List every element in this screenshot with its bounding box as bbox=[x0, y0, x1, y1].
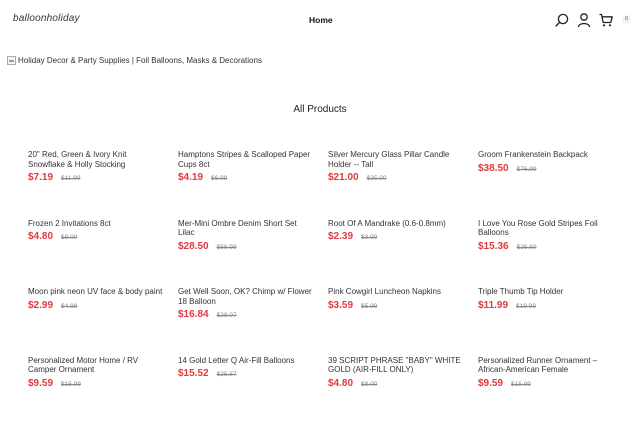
sale-price: $11.99 bbox=[478, 300, 508, 311]
product-prices: $4.80 $8.00 bbox=[328, 378, 478, 389]
original-price: $28.07 bbox=[217, 312, 237, 319]
product-card[interactable]: Frozen 2 Invitations 8ct $4.80 $8.00 bbox=[28, 219, 178, 288]
original-price: $15.99 bbox=[511, 381, 531, 388]
product-name[interactable]: 14 Gold Letter Q Air-Fill Balloons bbox=[178, 356, 314, 366]
original-price: $76.99 bbox=[517, 166, 537, 173]
product-name[interactable]: Mer-Mini Ombre Denim Short Set Lilac bbox=[178, 219, 314, 238]
product-name[interactable]: Get Well Soon, OK? Chimp w/ Flower 18 Ba… bbox=[178, 287, 314, 306]
product-prices: $2.99 $4.99 bbox=[28, 300, 178, 311]
product-prices: $9.59 $15.99 bbox=[478, 378, 628, 389]
sale-price: $21.00 bbox=[328, 172, 359, 183]
search-icon[interactable] bbox=[554, 12, 570, 28]
section-title: All Products bbox=[0, 104, 640, 115]
product-prices: $2.39 $3.99 bbox=[328, 231, 478, 242]
product-prices: $15.52 $25.87 bbox=[178, 368, 328, 379]
original-price: $25.87 bbox=[217, 371, 237, 378]
product-prices: $38.50 $76.99 bbox=[478, 163, 628, 174]
product-name[interactable]: 20" Red, Green & Ivory Knit Snowflake & … bbox=[28, 150, 164, 169]
product-prices: $28.50 $56.99 bbox=[178, 241, 328, 252]
sale-price: $2.99 bbox=[28, 300, 53, 311]
product-name[interactable]: Pink Cowgirl Luncheon Napkins bbox=[328, 287, 464, 297]
site-logo[interactable]: balloonholiday bbox=[13, 13, 80, 24]
cart-count-badge: 0 bbox=[622, 15, 631, 24]
sale-price: $38.50 bbox=[478, 163, 509, 174]
product-prices: $7.19 $11.99 bbox=[28, 172, 178, 183]
original-price: $11.99 bbox=[61, 175, 80, 182]
original-price: $35.00 bbox=[367, 175, 387, 182]
product-card[interactable]: Hamptons Stripes & Scalloped Paper Cups … bbox=[178, 150, 328, 219]
sale-price: $4.80 bbox=[28, 231, 53, 242]
product-prices: $16.84 $28.07 bbox=[178, 309, 328, 320]
product-name[interactable]: Root Of A Mandrake (0.6-0.8mm) bbox=[328, 219, 464, 229]
product-card[interactable]: Get Well Soon, OK? Chimp w/ Flower 18 Ba… bbox=[178, 287, 328, 356]
product-name[interactable]: Hamptons Stripes & Scalloped Paper Cups … bbox=[178, 150, 314, 169]
original-price: $19.99 bbox=[516, 303, 536, 310]
user-icon[interactable] bbox=[576, 12, 592, 28]
sale-price: $2.39 bbox=[328, 231, 353, 242]
product-name[interactable]: I Love You Rose Gold Stripes Foil Balloo… bbox=[478, 219, 614, 238]
banner-image: Holiday Decor & Party Supplies | Foil Ba… bbox=[7, 56, 262, 65]
product-name[interactable]: Silver Mercury Glass Pillar Candle Holde… bbox=[328, 150, 464, 169]
original-price: $8.00 bbox=[61, 234, 77, 241]
product-card[interactable]: I Love You Rose Gold Stripes Foil Balloo… bbox=[478, 219, 628, 288]
product-card[interactable]: Moon pink neon UV face & body paint $2.99… bbox=[28, 287, 178, 356]
product-name[interactable]: Personalized Motor Home / RV Camper Orna… bbox=[28, 356, 164, 375]
original-price: $5.99 bbox=[361, 303, 377, 310]
product-prices: $11.99 $19.99 bbox=[478, 300, 628, 311]
product-card[interactable]: Triple Thumb Tip Holder $11.99 $19.99 bbox=[478, 287, 628, 356]
product-name[interactable]: Frozen 2 Invitations 8ct bbox=[28, 219, 164, 229]
product-card[interactable]: 20" Red, Green & Ivory Knit Snowflake & … bbox=[28, 150, 178, 219]
original-price: $25.60 bbox=[517, 244, 537, 251]
product-card[interactable]: Personalized Motor Home / RV Camper Orna… bbox=[28, 356, 178, 424]
sale-price: $28.50 bbox=[178, 241, 209, 252]
site-header: balloonholiday Home 0 bbox=[0, 0, 640, 40]
product-card[interactable]: Mer-Mini Ombre Denim Short Set Lilac $28.… bbox=[178, 219, 328, 288]
product-name[interactable]: Moon pink neon UV face & body paint bbox=[28, 287, 164, 297]
original-price: $3.99 bbox=[361, 234, 377, 241]
product-name[interactable]: 39 SCRIPT PHRASE "BABY" WHITE GOLD (AIR-… bbox=[328, 356, 464, 375]
product-card[interactable]: Pink Cowgirl Luncheon Napkins $3.59 $5.99 bbox=[328, 287, 478, 356]
product-prices: $15.36 $25.60 bbox=[478, 241, 628, 252]
sale-price: $9.59 bbox=[28, 378, 53, 389]
product-card[interactable]: Groom Frankenstein Backpack $38.50 $76.99 bbox=[478, 150, 628, 219]
product-name[interactable]: Triple Thumb Tip Holder bbox=[478, 287, 614, 297]
product-prices: $4.80 $8.00 bbox=[28, 231, 178, 242]
product-grid: 20" Red, Green & Ivory Knit Snowflake & … bbox=[28, 150, 628, 424]
original-price: $4.99 bbox=[61, 303, 77, 310]
product-prices: $3.59 $5.99 bbox=[328, 300, 478, 311]
original-price: $6.99 bbox=[211, 175, 227, 182]
sale-price: $15.52 bbox=[178, 368, 209, 379]
banner-alt-text: Holiday Decor & Party Supplies | Foil Ba… bbox=[18, 56, 262, 65]
product-name[interactable]: Groom Frankenstein Backpack bbox=[478, 150, 614, 160]
nav-home-link[interactable]: Home bbox=[309, 15, 333, 25]
product-card[interactable]: 39 SCRIPT PHRASE "BABY" WHITE GOLD (AIR-… bbox=[328, 356, 478, 424]
sale-price: $15.36 bbox=[478, 241, 509, 252]
cart-icon[interactable] bbox=[598, 12, 614, 28]
sale-price: $3.59 bbox=[328, 300, 353, 311]
sale-price: $4.80 bbox=[328, 378, 353, 389]
product-prices: $21.00 $35.00 bbox=[328, 172, 478, 183]
product-card[interactable]: Silver Mercury Glass Pillar Candle Holde… bbox=[328, 150, 478, 219]
product-card[interactable]: Root Of A Mandrake (0.6-0.8mm) $2.39 $3.99 bbox=[328, 219, 478, 288]
broken-image-icon bbox=[7, 56, 16, 65]
sale-price: $7.19 bbox=[28, 172, 53, 183]
product-prices: $9.59 $15.99 bbox=[28, 378, 178, 389]
product-name[interactable]: Personalized Runner Ornament – African-A… bbox=[478, 356, 614, 375]
original-price: $15.99 bbox=[61, 381, 81, 388]
product-card[interactable]: 14 Gold Letter Q Air-Fill Balloons $15.52… bbox=[178, 356, 328, 424]
product-prices: $4.19 $6.99 bbox=[178, 172, 328, 183]
original-price: $56.99 bbox=[217, 244, 237, 251]
original-price: $8.00 bbox=[361, 381, 377, 388]
sale-price: $9.59 bbox=[478, 378, 503, 389]
product-card[interactable]: Personalized Runner Ornament – African-A… bbox=[478, 356, 628, 424]
sale-price: $4.19 bbox=[178, 172, 203, 183]
sale-price: $16.84 bbox=[178, 309, 209, 320]
